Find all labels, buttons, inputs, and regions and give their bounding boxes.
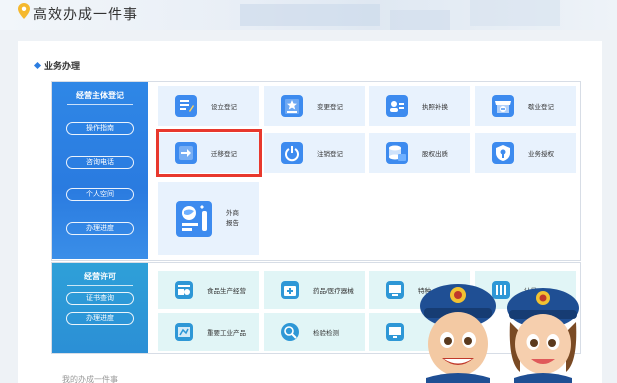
tile-business-authorization[interactable]: 业务授权	[475, 133, 576, 173]
location-pin-icon	[18, 3, 30, 19]
medical-kit-icon	[281, 281, 299, 299]
license-sidebar-title: 经营许可	[52, 271, 148, 286]
migration-highlight-box	[156, 129, 262, 177]
tile-equity-pledge[interactable]: 股权出质	[369, 133, 470, 173]
power-off-icon	[281, 142, 303, 164]
section-title: 业务办理	[44, 61, 81, 71]
equity-pledge-icon	[386, 142, 408, 164]
tile-label: 执照补换	[422, 104, 448, 111]
registration-sidebar-title: 经营主体登记	[52, 90, 148, 105]
license-sidebar: 经营许可 证书查询 办理进度	[52, 263, 148, 353]
registration-sidebar: 经营主体登记 操作指南 咨询电话 个人空间 办理进度	[52, 82, 148, 259]
tile-label: 检验检测	[313, 330, 339, 337]
pen-document-icon	[175, 95, 197, 117]
tile-medicine-devices[interactable]: 药品/医疗器械	[264, 271, 365, 309]
food-production-icon	[175, 281, 193, 299]
tile-label: 变更登记	[317, 104, 343, 111]
tile-industrial-products[interactable]: 重要工业产品	[158, 313, 259, 351]
tile-label: 食品生产经营	[207, 288, 246, 295]
tile-change-registration[interactable]: 变更登记	[264, 86, 365, 126]
tile-label: 注销登记	[317, 151, 343, 158]
tile-label: 药品/医疗器械	[313, 288, 354, 295]
police-mascot-male	[420, 284, 496, 383]
consult-phone-button[interactable]: 咨询电话	[66, 156, 134, 169]
foreign-label-line1: 外商	[226, 209, 239, 217]
shop-closed-icon	[492, 95, 514, 117]
tile-inspection-testing[interactable]: 检验检测	[264, 313, 365, 351]
authorize-shield-icon	[492, 142, 514, 164]
tile-foreign-report[interactable]: 外商 报告	[158, 182, 259, 255]
top-banner: 高效办成一件事	[0, 0, 617, 30]
license-progress-button[interactable]: 办理进度	[66, 312, 134, 325]
tile-food-production[interactable]: 食品生产经营	[158, 271, 259, 309]
personal-space-button[interactable]: 个人空间	[66, 188, 134, 201]
bottom-fade-text: 我的办成一件事	[62, 375, 118, 383]
tile-label: 业务授权	[528, 151, 554, 158]
police-mascot-female	[507, 288, 579, 383]
tile-label: 股权出质	[422, 151, 448, 158]
tile-cancellation-registration[interactable]: 注销登记	[264, 133, 365, 173]
certificate-query-button[interactable]: 证书查询	[66, 292, 134, 305]
progress-button[interactable]: 办理进度	[66, 222, 134, 235]
star-document-icon	[281, 95, 303, 117]
special-equipment-icon	[386, 281, 404, 299]
skyline-decoration	[240, 0, 560, 30]
foreign-label-line2: 报告	[226, 219, 239, 227]
globe-report-icon	[176, 200, 212, 237]
tile-label: 设立登记	[211, 104, 237, 111]
tile-license-replacement[interactable]: 执照补换	[369, 86, 470, 126]
tile-label: 重要工业产品	[207, 330, 246, 337]
license-card-icon	[386, 95, 408, 117]
diamond-bullet-icon	[33, 61, 42, 70]
tile-label: 歇业登记	[528, 104, 554, 111]
tile-suspension-registration[interactable]: 歇业登记	[475, 86, 576, 126]
page-slogan: 高效办成一件事	[33, 6, 138, 22]
tile-establish-registration[interactable]: 设立登记	[158, 86, 259, 126]
inspection-icon	[281, 323, 299, 341]
guide-button[interactable]: 操作指南	[66, 122, 134, 135]
section-heading: 业务办理	[33, 59, 81, 72]
tile-label: 外商 报告	[226, 209, 239, 229]
monitor-icon	[386, 323, 404, 341]
industrial-product-icon	[175, 323, 193, 341]
